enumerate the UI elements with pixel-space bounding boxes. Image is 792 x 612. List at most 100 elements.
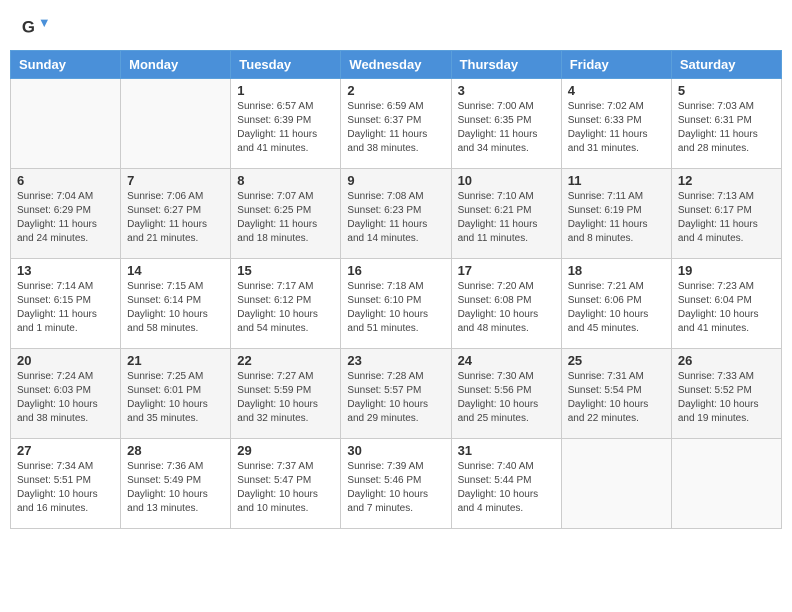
cell-day-number: 1 (237, 83, 334, 98)
cell-info-text: Sunrise: 7:10 AM Sunset: 6:21 PM Dayligh… (458, 190, 555, 246)
cell-info-text: Sunrise: 7:40 AM Sunset: 5:44 PM Dayligh… (458, 460, 555, 516)
calendar-cell: 24Sunrise: 7:30 AM Sunset: 5:56 PM Dayli… (451, 349, 561, 439)
calendar-week-row: 6 Sunrise: 7:04 AM Sunset: 6:29 PM Daylig… (11, 169, 782, 259)
cell-day-number: 3 (458, 83, 555, 98)
cell-day-number: 23 (347, 353, 444, 368)
calendar-cell: 21Sunrise: 7:25 AM Sunset: 6:01 PM Dayli… (121, 349, 231, 439)
cell-info-text: Sunrise: 7:36 AM Sunset: 5:49 PM Dayligh… (127, 460, 224, 516)
calendar-cell: 27Sunrise: 7:34 AM Sunset: 5:51 PM Dayli… (11, 439, 121, 529)
cell-day-number: 24 (458, 353, 555, 368)
cell-info-text: Sunrise: 7:24 AM Sunset: 6:03 PM Dayligh… (17, 370, 114, 426)
cell-day-number: 30 (347, 443, 444, 458)
cell-day-number: 27 (17, 443, 114, 458)
cell-info-text: Sunrise: 7:08 AM Sunset: 6:23 PM Dayligh… (347, 190, 444, 246)
cell-info-text: Sunrise: 7:00 AM Sunset: 6:35 PM Dayligh… (458, 100, 555, 156)
cell-info-text: Sunrise: 7:33 AM Sunset: 5:52 PM Dayligh… (678, 370, 775, 426)
cell-info-text: Sunrise: 7:28 AM Sunset: 5:57 PM Dayligh… (347, 370, 444, 426)
cell-day-number: 16 (347, 263, 444, 278)
day-header-tuesday: Tuesday (231, 51, 341, 79)
cell-info-text: Sunrise: 7:06 AM Sunset: 6:27 PM Dayligh… (127, 190, 224, 246)
cell-day-number: 19 (678, 263, 775, 278)
cell-info-text: Sunrise: 7:14 AM Sunset: 6:15 PM Dayligh… (17, 280, 114, 336)
cell-info-text: Sunrise: 7:03 AM Sunset: 6:31 PM Dayligh… (678, 100, 775, 156)
cell-day-number: 29 (237, 443, 334, 458)
calendar-table: SundayMondayTuesdayWednesdayThursdayFrid… (10, 50, 782, 529)
logo: G (20, 14, 52, 42)
cell-info-text: Sunrise: 7:27 AM Sunset: 5:59 PM Dayligh… (237, 370, 334, 426)
calendar-cell: 15 Sunrise: 7:17 AM Sunset: 6:12 PM Dayli… (231, 259, 341, 349)
cell-info-text: Sunrise: 7:21 AM Sunset: 6:06 PM Dayligh… (568, 280, 665, 336)
calendar-cell: 31 Sunrise: 7:40 AM Sunset: 5:44 PM Dayli… (451, 439, 561, 529)
calendar-week-row: 1 Sunrise: 6:57 AM Sunset: 6:39 PM Daylig… (11, 79, 782, 169)
calendar-cell: 30 Sunrise: 7:39 AM Sunset: 5:46 PM Dayli… (341, 439, 451, 529)
cell-info-text: Sunrise: 7:18 AM Sunset: 6:10 PM Dayligh… (347, 280, 444, 336)
calendar-cell: 29 Sunrise: 7:37 AM Sunset: 5:47 PM Dayli… (231, 439, 341, 529)
cell-info-text: Sunrise: 7:39 AM Sunset: 5:46 PM Dayligh… (347, 460, 444, 516)
cell-info-text: Sunrise: 7:11 AM Sunset: 6:19 PM Dayligh… (568, 190, 665, 246)
calendar-cell: 18 Sunrise: 7:21 AM Sunset: 6:06 PM Dayli… (561, 259, 671, 349)
cell-info-text: Sunrise: 7:07 AM Sunset: 6:25 PM Dayligh… (237, 190, 334, 246)
cell-day-number: 18 (568, 263, 665, 278)
calendar-cell: 3 Sunrise: 7:00 AM Sunset: 6:35 PM Daylig… (451, 79, 561, 169)
cell-day-number: 28 (127, 443, 224, 458)
calendar-cell: 28 Sunrise: 7:36 AM Sunset: 5:49 PM Dayli… (121, 439, 231, 529)
cell-day-number: 8 (237, 173, 334, 188)
calendar-cell (561, 439, 671, 529)
cell-day-number: 12 (678, 173, 775, 188)
calendar-cell: 8 Sunrise: 7:07 AM Sunset: 6:25 PM Daylig… (231, 169, 341, 259)
cell-info-text: Sunrise: 7:17 AM Sunset: 6:12 PM Dayligh… (237, 280, 334, 336)
cell-day-number: 11 (568, 173, 665, 188)
cell-day-number: 13 (17, 263, 114, 278)
cell-day-number: 22 (237, 353, 334, 368)
calendar-cell: 20 Sunrise: 7:24 AM Sunset: 6:03 PM Dayli… (11, 349, 121, 439)
cell-day-number: 20 (17, 353, 114, 368)
calendar-cell: 16 Sunrise: 7:18 AM Sunset: 6:10 PM Dayli… (341, 259, 451, 349)
calendar-cell: 14 Sunrise: 7:15 AM Sunset: 6:14 PM Dayli… (121, 259, 231, 349)
calendar-cell: 1 Sunrise: 6:57 AM Sunset: 6:39 PM Daylig… (231, 79, 341, 169)
cell-day-number: 6 (17, 173, 114, 188)
calendar-cell: 19Sunrise: 7:23 AM Sunset: 6:04 PM Dayli… (671, 259, 781, 349)
day-header-monday: Monday (121, 51, 231, 79)
calendar-header-row: SundayMondayTuesdayWednesdayThursdayFrid… (11, 51, 782, 79)
calendar-cell: 23 Sunrise: 7:28 AM Sunset: 5:57 PM Dayli… (341, 349, 451, 439)
calendar-cell (671, 439, 781, 529)
calendar-cell: 4 Sunrise: 7:02 AM Sunset: 6:33 PM Daylig… (561, 79, 671, 169)
calendar-week-row: 27Sunrise: 7:34 AM Sunset: 5:51 PM Dayli… (11, 439, 782, 529)
cell-info-text: Sunrise: 7:20 AM Sunset: 6:08 PM Dayligh… (458, 280, 555, 336)
cell-info-text: Sunrise: 7:37 AM Sunset: 5:47 PM Dayligh… (237, 460, 334, 516)
logo-icon: G (20, 14, 48, 42)
calendar-cell: 11 Sunrise: 7:11 AM Sunset: 6:19 PM Dayli… (561, 169, 671, 259)
cell-info-text: Sunrise: 6:59 AM Sunset: 6:37 PM Dayligh… (347, 100, 444, 156)
day-header-thursday: Thursday (451, 51, 561, 79)
cell-day-number: 14 (127, 263, 224, 278)
cell-day-number: 25 (568, 353, 665, 368)
cell-info-text: Sunrise: 7:04 AM Sunset: 6:29 PM Dayligh… (17, 190, 114, 246)
cell-day-number: 10 (458, 173, 555, 188)
cell-info-text: Sunrise: 7:15 AM Sunset: 6:14 PM Dayligh… (127, 280, 224, 336)
day-header-wednesday: Wednesday (341, 51, 451, 79)
cell-day-number: 4 (568, 83, 665, 98)
calendar-cell: 7 Sunrise: 7:06 AM Sunset: 6:27 PM Daylig… (121, 169, 231, 259)
calendar-cell: 5 Sunrise: 7:03 AM Sunset: 6:31 PM Daylig… (671, 79, 781, 169)
calendar-cell: 25Sunrise: 7:31 AM Sunset: 5:54 PM Dayli… (561, 349, 671, 439)
calendar-cell: 12Sunrise: 7:13 AM Sunset: 6:17 PM Dayli… (671, 169, 781, 259)
calendar-week-row: 20 Sunrise: 7:24 AM Sunset: 6:03 PM Dayli… (11, 349, 782, 439)
cell-day-number: 21 (127, 353, 224, 368)
calendar-cell: 10 Sunrise: 7:10 AM Sunset: 6:21 PM Dayli… (451, 169, 561, 259)
cell-info-text: Sunrise: 6:57 AM Sunset: 6:39 PM Dayligh… (237, 100, 334, 156)
cell-info-text: Sunrise: 7:02 AM Sunset: 6:33 PM Dayligh… (568, 100, 665, 156)
cell-day-number: 31 (458, 443, 555, 458)
cell-day-number: 15 (237, 263, 334, 278)
calendar-cell: 13 Sunrise: 7:14 AM Sunset: 6:15 PM Dayli… (11, 259, 121, 349)
day-header-friday: Friday (561, 51, 671, 79)
cell-day-number: 7 (127, 173, 224, 188)
calendar-cell: 17Sunrise: 7:20 AM Sunset: 6:08 PM Dayli… (451, 259, 561, 349)
calendar-cell: 2Sunrise: 6:59 AM Sunset: 6:37 PM Daylig… (341, 79, 451, 169)
cell-day-number: 9 (347, 173, 444, 188)
calendar-cell: 22 Sunrise: 7:27 AM Sunset: 5:59 PM Dayli… (231, 349, 341, 439)
cell-day-number: 26 (678, 353, 775, 368)
day-header-sunday: Sunday (11, 51, 121, 79)
cell-day-number: 5 (678, 83, 775, 98)
calendar-cell: 6 Sunrise: 7:04 AM Sunset: 6:29 PM Daylig… (11, 169, 121, 259)
calendar-cell (121, 79, 231, 169)
